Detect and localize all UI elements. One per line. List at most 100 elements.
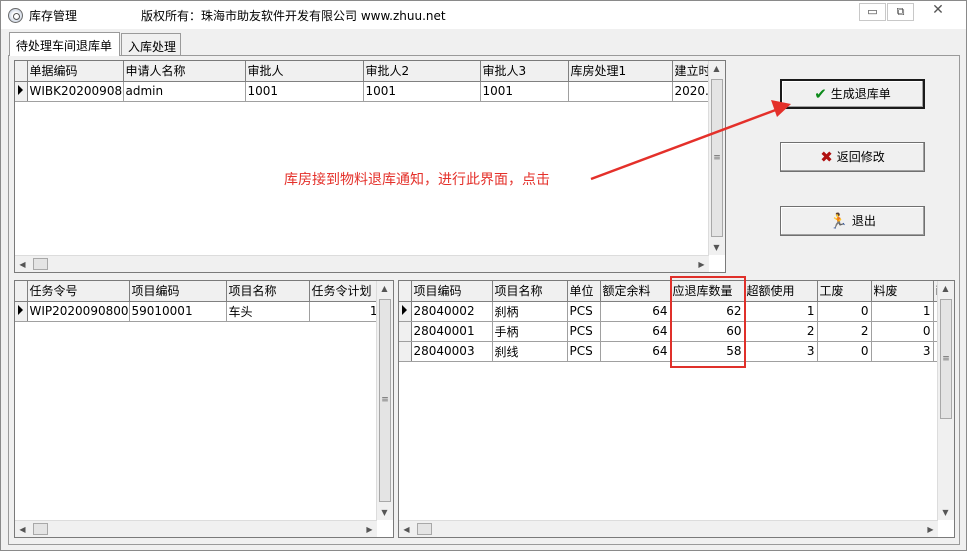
column-header[interactable]: 单据编码 (27, 61, 124, 82)
column-header[interactable]: 应退库数量 (670, 281, 745, 302)
scroll-right-icon[interactable]: ▶ (362, 522, 377, 537)
table-cell[interactable]: 2 (744, 321, 818, 342)
column-header[interactable]: 超额使用 (744, 281, 818, 302)
table-cell[interactable] (568, 81, 673, 102)
minimize-button[interactable]: ▭ (859, 3, 886, 21)
horizontal-scrollbar[interactable]: ◀ ▶ (399, 520, 938, 537)
scroll-up-icon[interactable]: ▲ (377, 281, 392, 296)
column-header[interactable]: 审批人3 (480, 61, 569, 82)
cross-icon: ✖ (820, 148, 833, 166)
table-cell[interactable]: 3 (871, 341, 934, 362)
scroll-down-icon[interactable]: ▼ (709, 240, 724, 255)
maximize-button[interactable]: ⧉ (887, 3, 914, 21)
table-cell[interactable]: 0 (817, 301, 872, 322)
column-header[interactable]: 库房处理1 (568, 61, 673, 82)
table-cell[interactable]: 0 (871, 321, 934, 342)
button-label: 生成退库单 (830, 87, 891, 101)
table-cell[interactable]: WIP202009080004 (27, 301, 130, 322)
scroll-down-icon[interactable]: ▼ (377, 505, 392, 520)
table-cell[interactable]: 28040002 (411, 301, 493, 322)
column-header[interactable]: 项目名称 (492, 281, 568, 302)
column-header[interactable]: 建立时 (672, 61, 713, 82)
row-indicator-header (399, 281, 412, 302)
column-header[interactable]: 申请人名称 (123, 61, 246, 82)
column-header[interactable]: 单位 (567, 281, 601, 302)
table-cell[interactable]: 64 (600, 301, 671, 322)
column-header[interactable]: 额定余料 (600, 281, 671, 302)
scroll-left-icon[interactable]: ◀ (399, 522, 414, 537)
column-header[interactable]: 审批人2 (363, 61, 481, 82)
scroll-thumb[interactable]: ≡ (711, 79, 723, 237)
check-icon: ✔ (814, 85, 827, 103)
title-bar: 库存管理 版权所有：珠海市助友软件开发有限公司 www.zhuu.net ▭ ⧉… (1, 1, 966, 29)
tab-inbound[interactable]: 入库处理 (121, 33, 181, 55)
row-indicator-header (15, 61, 28, 82)
table-cell[interactable]: 1001 (480, 81, 569, 102)
table-cell[interactable]: 1 (871, 301, 934, 322)
table-cell[interactable]: 刹柄 (492, 301, 568, 322)
table-cell[interactable]: PCS (567, 301, 601, 322)
exit-button[interactable]: 🏃 退出 (780, 206, 925, 236)
vertical-scrollbar[interactable]: ▲ ≡ ▼ (937, 281, 954, 520)
scroll-thumb[interactable]: ≡ (379, 299, 391, 502)
table-cell[interactable]: 28040001 (411, 321, 493, 342)
horizontal-scrollbar[interactable]: ◀ ▶ (15, 520, 377, 537)
scroll-left-icon[interactable]: ◀ (15, 522, 30, 537)
table-cell[interactable]: 刹线 (492, 341, 568, 362)
table-cell[interactable]: 64 (600, 321, 671, 342)
table-cell[interactable]: 0 (817, 341, 872, 362)
annotation-text: 库房接到物料退库通知，进行此界面，点击 (284, 172, 550, 188)
table-row[interactable]: WIBK202009080 admin 1001 1001 1001 2020.… (15, 81, 713, 102)
current-row-pointer-icon (18, 305, 23, 315)
column-header[interactable]: 项目名称 (226, 281, 310, 302)
scroll-thumb[interactable] (33, 523, 48, 535)
table-cell[interactable]: 1001 (245, 81, 364, 102)
tab-pending-return[interactable]: 待处理车间退库单 (9, 32, 120, 56)
scroll-left-icon[interactable]: ◀ (15, 257, 30, 272)
table-cell[interactable]: 59010001 (129, 301, 227, 322)
close-button[interactable]: ✕ (917, 3, 959, 21)
column-header[interactable]: 任务令号 (27, 281, 130, 302)
vertical-scrollbar[interactable]: ▲ ≡ ▼ (708, 61, 725, 255)
table-cell[interactable]: PCS (567, 321, 601, 342)
scroll-thumb[interactable] (33, 258, 48, 270)
table-cell[interactable]: 车头 (226, 301, 310, 322)
generate-return-order-button[interactable]: ✔ 生成退库单 (780, 79, 925, 109)
table-row[interactable]: 28040002 刹柄 PCS 64 62 1 0 1 (399, 301, 946, 322)
table-cell[interactable]: admin (123, 81, 246, 102)
scroll-thumb[interactable] (417, 523, 432, 535)
column-header[interactable]: 项目编码 (129, 281, 227, 302)
table-row[interactable]: 28040001 手柄 PCS 64 60 2 2 0 (399, 321, 946, 342)
table-cell[interactable]: 1 (744, 301, 818, 322)
table-row[interactable]: WIP202009080004 59010001 车头 1 (15, 301, 381, 322)
table-cell[interactable]: 1 (309, 301, 381, 322)
table-cell[interactable]: 2 (817, 321, 872, 342)
column-header[interactable]: 工废 (817, 281, 872, 302)
row-indicator (15, 301, 28, 322)
table-cell[interactable]: WIBK202009080 (27, 81, 124, 102)
return-edit-button[interactable]: ✖ 返回修改 (780, 142, 925, 172)
scroll-up-icon[interactable]: ▲ (938, 281, 953, 296)
table-row[interactable]: 28040003 刹线 PCS 64 58 3 0 3 (399, 341, 946, 362)
horizontal-scrollbar[interactable]: ◀ ▶ (15, 255, 709, 272)
column-header[interactable]: 审批人 (245, 61, 364, 82)
scroll-right-icon[interactable]: ▶ (694, 257, 709, 272)
scroll-thumb[interactable]: ≡ (940, 299, 952, 419)
table-cell[interactable]: 手柄 (492, 321, 568, 342)
column-header[interactable]: 任务令计划 (309, 281, 381, 302)
table-cell[interactable]: 62 (670, 301, 745, 322)
column-header[interactable]: 料废 (871, 281, 934, 302)
table-cell[interactable]: 64 (600, 341, 671, 362)
table-cell[interactable]: PCS (567, 341, 601, 362)
table-cell[interactable]: 28040003 (411, 341, 493, 362)
vertical-scrollbar[interactable]: ▲ ≡ ▼ (376, 281, 393, 520)
scroll-up-icon[interactable]: ▲ (709, 61, 724, 76)
column-header[interactable]: 项目编码 (411, 281, 493, 302)
scroll-right-icon[interactable]: ▶ (923, 522, 938, 537)
table-cell[interactable]: 1001 (363, 81, 481, 102)
table-cell[interactable]: 2020.0 (672, 81, 713, 102)
table-cell[interactable]: 58 (670, 341, 745, 362)
table-cell[interactable]: 3 (744, 341, 818, 362)
table-cell[interactable]: 60 (670, 321, 745, 342)
scroll-down-icon[interactable]: ▼ (938, 505, 953, 520)
